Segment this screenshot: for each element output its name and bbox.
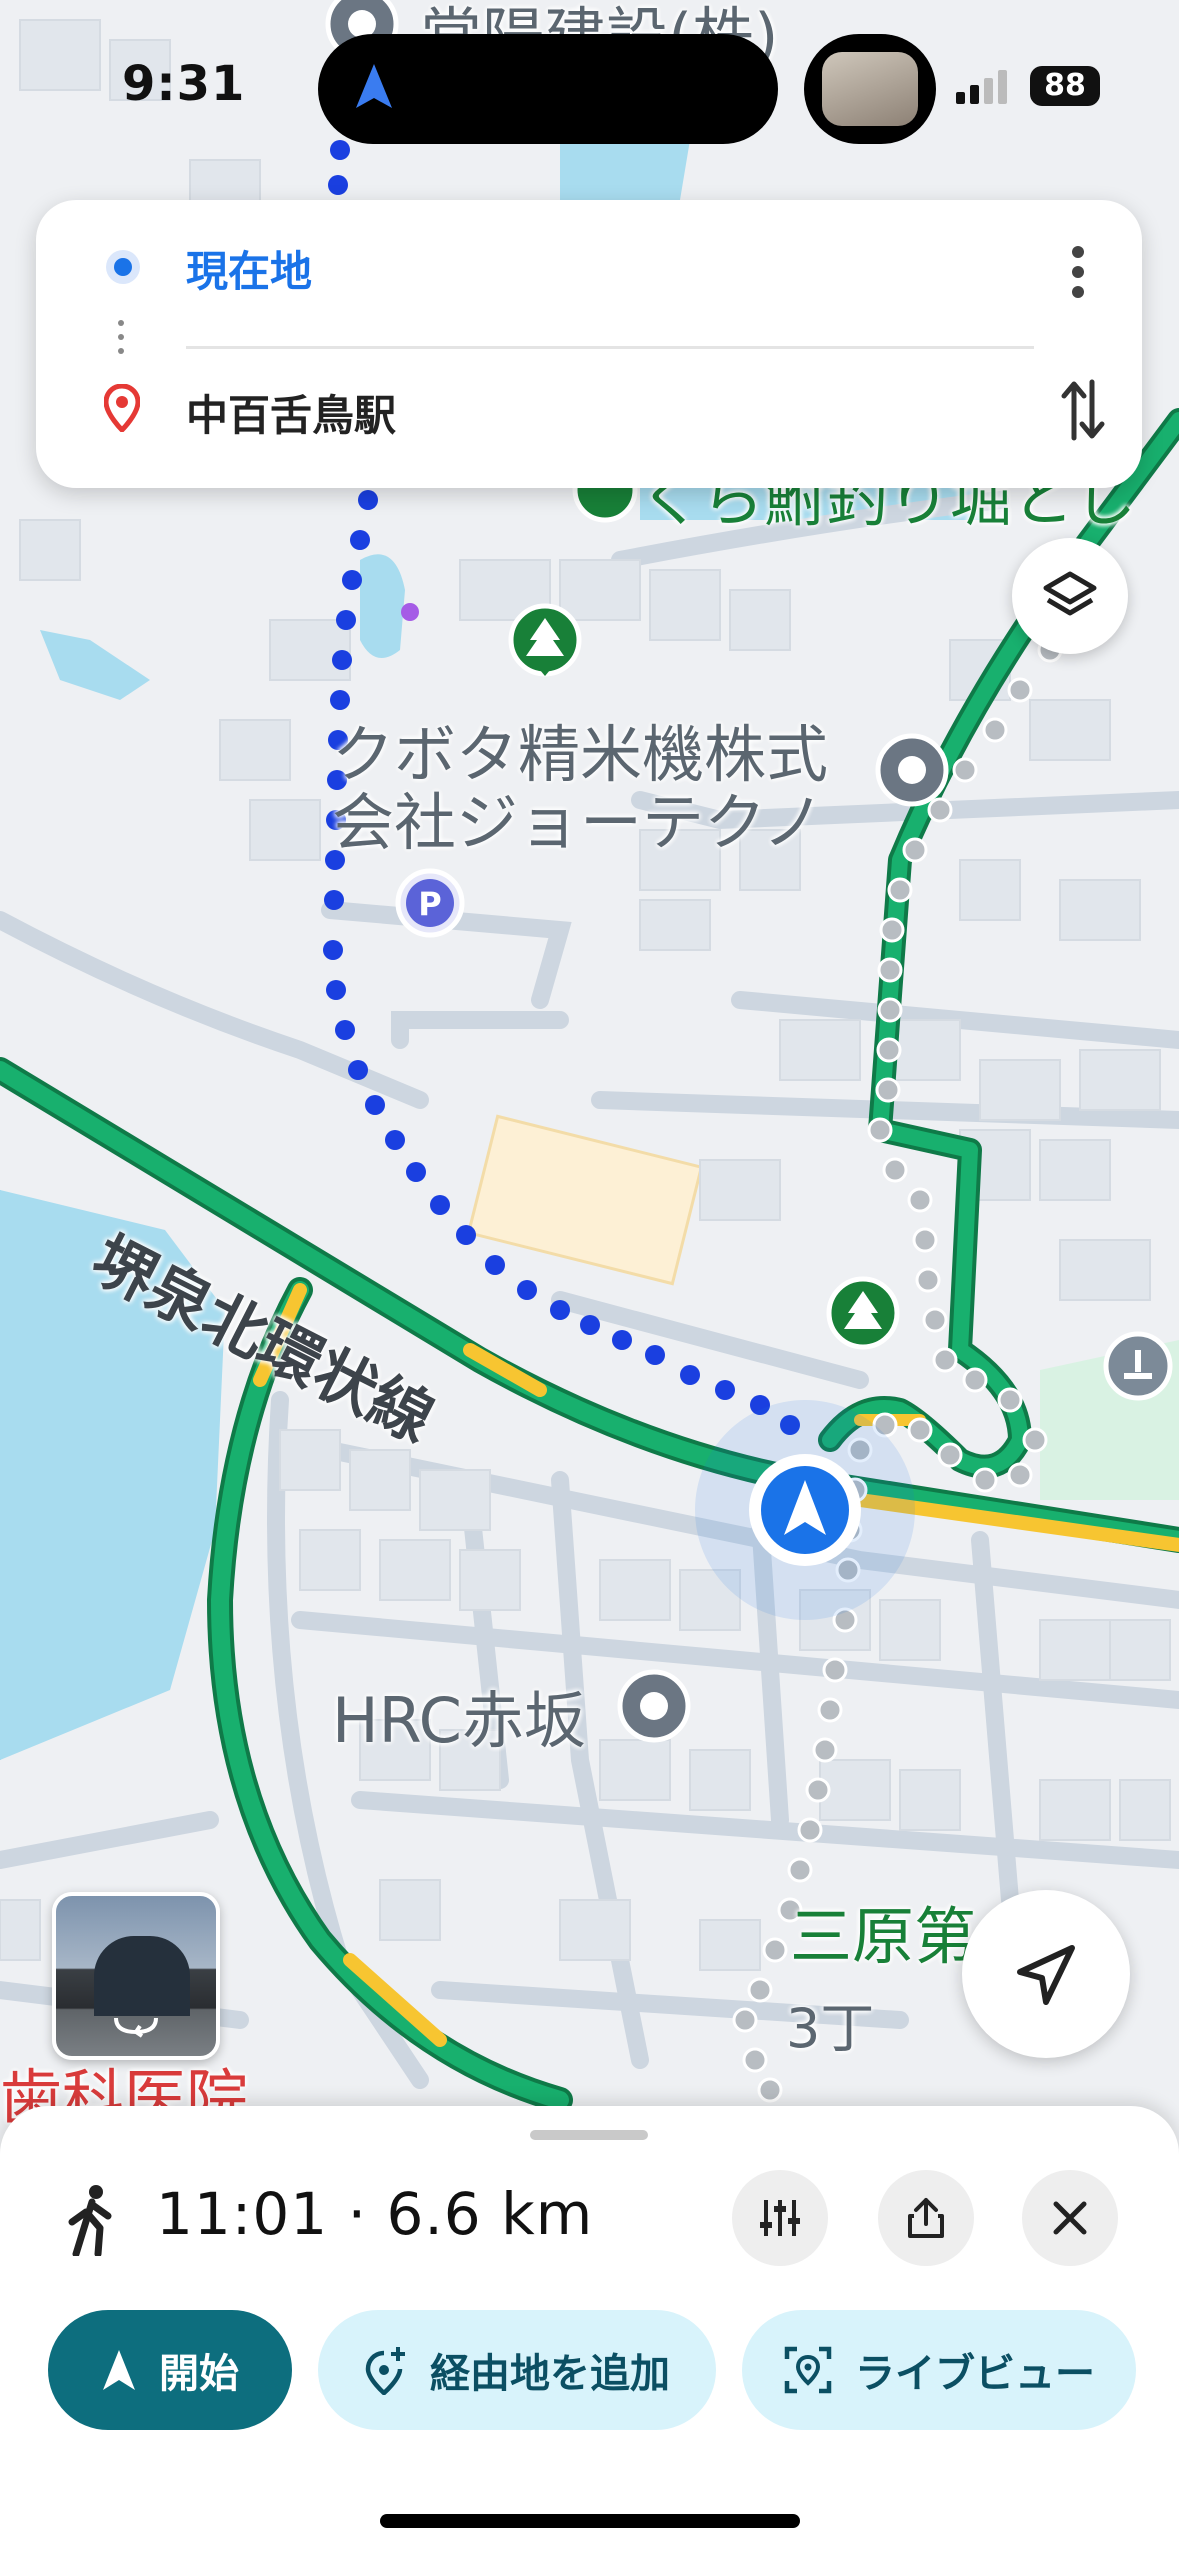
live-activity-thumbnail[interactable] bbox=[804, 34, 936, 144]
layers-icon bbox=[1043, 571, 1097, 616]
swap-icon[interactable] bbox=[1060, 378, 1106, 442]
layers-button[interactable] bbox=[1012, 538, 1128, 654]
poi-icon bbox=[875, 733, 949, 807]
origin-dot-icon bbox=[106, 250, 140, 284]
directions-card: 現在地 中百舌鳥駅 bbox=[36, 200, 1142, 488]
dynamic-island[interactable] bbox=[318, 34, 778, 144]
park-icon bbox=[826, 1276, 900, 1350]
share-button[interactable] bbox=[878, 2170, 974, 2266]
route-summary: 11:01 · 6.6 km bbox=[156, 2180, 594, 2248]
parking-icon: P bbox=[395, 868, 465, 938]
live-view-button[interactable]: ライブビュー bbox=[742, 2310, 1136, 2430]
walk-icon bbox=[68, 2185, 112, 2256]
poi-icon bbox=[1103, 1331, 1173, 1401]
live-view-label: ライブビュー bbox=[855, 2351, 1095, 2397]
route-options-button[interactable] bbox=[732, 2170, 828, 2266]
bottom-sheet: 11:01 · 6.6 km 開始 経由地を追加 ライブビュー bbox=[0, 2106, 1179, 2556]
status-time: 9:31 bbox=[122, 56, 246, 112]
sheet-handle[interactable] bbox=[530, 2130, 648, 2140]
close-button[interactable] bbox=[1022, 2170, 1118, 2266]
close-icon bbox=[1053, 2201, 1087, 2235]
start-button-label: 開始 bbox=[159, 2351, 239, 2397]
poi-icon bbox=[617, 1669, 691, 1743]
svg-text:P: P bbox=[418, 885, 441, 923]
connector-dots bbox=[118, 320, 124, 362]
tune-icon bbox=[760, 2200, 800, 2236]
add-waypoint-label: 経由地を追加 bbox=[430, 2351, 670, 2397]
battery-indicator: 88 bbox=[1030, 66, 1100, 106]
start-button[interactable]: 開始 bbox=[48, 2310, 292, 2430]
status-bar: 9:31 88 bbox=[0, 0, 1179, 180]
street-view-thumbnail[interactable] bbox=[52, 1892, 220, 2060]
label-hrc: HRC赤坂 bbox=[332, 1684, 586, 1757]
pin-icon bbox=[104, 384, 140, 432]
home-indicator[interactable] bbox=[380, 2514, 800, 2528]
live-view-icon bbox=[784, 2346, 832, 2394]
park-icon bbox=[508, 603, 582, 677]
share-icon bbox=[908, 2198, 944, 2238]
rotate-360-icon bbox=[114, 2017, 158, 2038]
destination-field[interactable]: 中百舌鳥駅 bbox=[186, 382, 396, 443]
my-location-button[interactable] bbox=[962, 1890, 1130, 2058]
my-location-icon bbox=[1017, 1945, 1075, 2005]
origin-field[interactable]: 現在地 bbox=[186, 238, 312, 299]
signal-icon bbox=[956, 70, 1007, 104]
add-location-icon bbox=[365, 2347, 405, 2395]
navigation-arrow-icon bbox=[103, 2350, 135, 2390]
divider bbox=[186, 346, 1034, 349]
navigation-arrow-icon bbox=[356, 64, 392, 108]
label-block: 3丁 bbox=[786, 1997, 875, 2060]
more-vert-icon[interactable] bbox=[1070, 244, 1086, 300]
label-company-line2: 会社ジョーテクノ bbox=[332, 786, 825, 859]
add-waypoint-button[interactable]: 経由地を追加 bbox=[318, 2310, 716, 2430]
